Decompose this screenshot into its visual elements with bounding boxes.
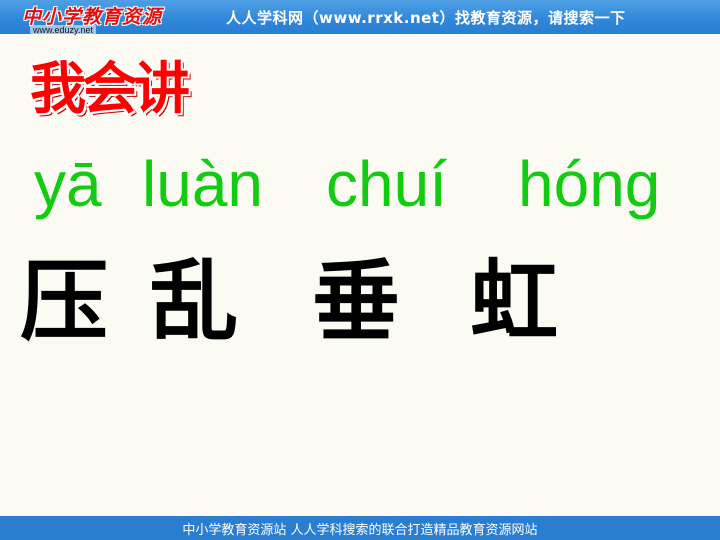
footer-text: 中小学教育资源站 人人学科搜索的联合打造精品教育资源网站 [182, 523, 538, 538]
pinyin-ya: yā [34, 148, 102, 220]
character-ya: 压 [20, 250, 109, 353]
pinyin-chui: chuí [326, 148, 447, 220]
pinyin-hong: hóng [518, 148, 661, 220]
site-logo[interactable]: 中小学教育资源 www.eduzy.net [0, 0, 170, 40]
character-luan: 乱 [150, 250, 239, 353]
footer-bar: 中小学教育资源站 人人学科搜索的联合打造精品教育资源网站 [0, 516, 720, 540]
top-banner: 中小学教育资源 www.eduzy.net 人人学科网（www.rrxk.net… [0, 0, 720, 35]
banner-text: 人人学科网（www.rrxk.net）找教育资源，请搜索一下 [226, 9, 626, 27]
slide-title: 我会讲 [30, 57, 190, 122]
character-hong: 虹 [470, 250, 559, 353]
character-chui: 垂 [312, 250, 401, 353]
pinyin-luan: luàn [142, 148, 263, 220]
logo-url: www.eduzy.net [30, 25, 96, 35]
